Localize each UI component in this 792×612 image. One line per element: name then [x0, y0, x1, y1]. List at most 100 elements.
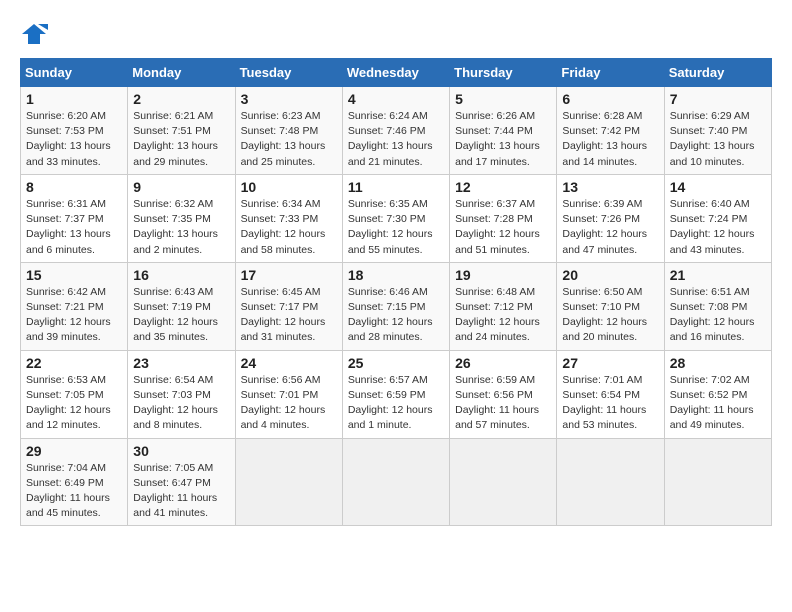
day-detail: Sunrise: 6:34 AMSunset: 7:33 PMDaylight:…: [241, 197, 337, 258]
calendar-cell: 10 Sunrise: 6:34 AMSunset: 7:33 PMDayligh…: [235, 174, 342, 262]
day-detail: Sunrise: 6:39 AMSunset: 7:26 PMDaylight:…: [562, 197, 658, 258]
day-number: 4: [348, 91, 444, 107]
day-number: 30: [133, 443, 229, 459]
calendar-cell: 30 Sunrise: 7:05 AMSunset: 6:47 PMDayligh…: [128, 438, 235, 526]
day-detail: Sunrise: 6:40 AMSunset: 7:24 PMDaylight:…: [670, 197, 766, 258]
day-number: 25: [348, 355, 444, 371]
day-number: 3: [241, 91, 337, 107]
calendar-cell: 8Sunrise: 6:31 AMSunset: 7:37 PMDaylight…: [21, 174, 128, 262]
day-number: 22: [26, 355, 122, 371]
day-detail: Sunrise: 6:20 AMSunset: 7:53 PMDaylight:…: [26, 109, 122, 170]
calendar-cell: 15 Sunrise: 6:42 AMSunset: 7:21 PMDayligh…: [21, 262, 128, 350]
day-number: 15: [26, 267, 122, 283]
logo-icon: [20, 20, 48, 48]
day-detail: Sunrise: 6:53 AMSunset: 7:05 PMDaylight:…: [26, 373, 122, 434]
calendar-table: SundayMondayTuesdayWednesdayThursdayFrid…: [20, 58, 772, 526]
day-number: 2: [133, 91, 229, 107]
day-detail: Sunrise: 6:51 AMSunset: 7:08 PMDaylight:…: [670, 285, 766, 346]
day-number: 18: [348, 267, 444, 283]
day-detail: Sunrise: 6:46 AMSunset: 7:15 PMDaylight:…: [348, 285, 444, 346]
calendar-week-row: 15 Sunrise: 6:42 AMSunset: 7:21 PMDayligh…: [21, 262, 772, 350]
calendar-cell: [557, 438, 664, 526]
day-detail: Sunrise: 6:24 AMSunset: 7:46 PMDaylight:…: [348, 109, 444, 170]
day-detail: Sunrise: 6:28 AMSunset: 7:42 PMDaylight:…: [562, 109, 658, 170]
day-detail: Sunrise: 6:59 AMSunset: 6:56 PMDaylight:…: [455, 373, 551, 434]
day-detail: Sunrise: 6:42 AMSunset: 7:21 PMDaylight:…: [26, 285, 122, 346]
day-detail: Sunrise: 6:45 AMSunset: 7:17 PMDaylight:…: [241, 285, 337, 346]
calendar-week-row: 8Sunrise: 6:31 AMSunset: 7:37 PMDaylight…: [21, 174, 772, 262]
calendar-cell: 29 Sunrise: 7:04 AMSunset: 6:49 PMDayligh…: [21, 438, 128, 526]
calendar-week-row: 1Sunrise: 6:20 AMSunset: 7:53 PMDaylight…: [21, 87, 772, 175]
calendar-cell: 5 Sunrise: 6:26 AMSunset: 7:44 PMDaylight…: [450, 87, 557, 175]
day-number: 26: [455, 355, 551, 371]
day-number: 10: [241, 179, 337, 195]
calendar-cell: 12Sunrise: 6:37 AMSunset: 7:28 PMDayligh…: [450, 174, 557, 262]
day-number: 19: [455, 267, 551, 283]
calendar-cell: 19 Sunrise: 6:48 AMSunset: 7:12 PMDayligh…: [450, 262, 557, 350]
day-detail: Sunrise: 6:54 AMSunset: 7:03 PMDaylight:…: [133, 373, 229, 434]
day-detail: Sunrise: 6:56 AMSunset: 7:01 PMDaylight:…: [241, 373, 337, 434]
column-header-sunday: Sunday: [21, 59, 128, 87]
logo: [20, 20, 52, 48]
day-number: 16: [133, 267, 229, 283]
day-number: 24: [241, 355, 337, 371]
day-detail: Sunrise: 7:04 AMSunset: 6:49 PMDaylight:…: [26, 461, 122, 522]
calendar-cell: 20Sunrise: 6:50 AMSunset: 7:10 PMDayligh…: [557, 262, 664, 350]
calendar-cell: 1Sunrise: 6:20 AMSunset: 7:53 PMDaylight…: [21, 87, 128, 175]
day-number: 13: [562, 179, 658, 195]
day-number: 5: [455, 91, 551, 107]
day-detail: Sunrise: 6:48 AMSunset: 7:12 PMDaylight:…: [455, 285, 551, 346]
calendar-cell: 27 Sunrise: 7:01 AMSunset: 6:54 PMDayligh…: [557, 350, 664, 438]
calendar-cell: 18 Sunrise: 6:46 AMSunset: 7:15 PMDayligh…: [342, 262, 449, 350]
calendar-cell: 3 Sunrise: 6:23 AMSunset: 7:48 PMDaylight…: [235, 87, 342, 175]
calendar-cell: [235, 438, 342, 526]
day-number: 27: [562, 355, 658, 371]
day-detail: Sunrise: 7:05 AMSunset: 6:47 PMDaylight:…: [133, 461, 229, 522]
calendar-cell: 23 Sunrise: 6:54 AMSunset: 7:03 PMDayligh…: [128, 350, 235, 438]
calendar-cell: 2 Sunrise: 6:21 AMSunset: 7:51 PMDaylight…: [128, 87, 235, 175]
day-number: 29: [26, 443, 122, 459]
day-detail: Sunrise: 7:01 AMSunset: 6:54 PMDaylight:…: [562, 373, 658, 434]
calendar-cell: 11 Sunrise: 6:35 AMSunset: 7:30 PMDayligh…: [342, 174, 449, 262]
calendar-cell: 16 Sunrise: 6:43 AMSunset: 7:19 PMDayligh…: [128, 262, 235, 350]
day-detail: Sunrise: 6:21 AMSunset: 7:51 PMDaylight:…: [133, 109, 229, 170]
calendar-cell: 14Sunrise: 6:40 AMSunset: 7:24 PMDayligh…: [664, 174, 771, 262]
calendar-cell: 26 Sunrise: 6:59 AMSunset: 6:56 PMDayligh…: [450, 350, 557, 438]
column-header-wednesday: Wednesday: [342, 59, 449, 87]
day-detail: Sunrise: 6:23 AMSunset: 7:48 PMDaylight:…: [241, 109, 337, 170]
day-detail: Sunrise: 6:26 AMSunset: 7:44 PMDaylight:…: [455, 109, 551, 170]
calendar-cell: [450, 438, 557, 526]
day-detail: Sunrise: 6:32 AMSunset: 7:35 PMDaylight:…: [133, 197, 229, 258]
day-number: 12: [455, 179, 551, 195]
day-number: 7: [670, 91, 766, 107]
calendar-cell: 22 Sunrise: 6:53 AMSunset: 7:05 PMDayligh…: [21, 350, 128, 438]
day-number: 21: [670, 267, 766, 283]
day-number: 17: [241, 267, 337, 283]
calendar-cell: 4 Sunrise: 6:24 AMSunset: 7:46 PMDaylight…: [342, 87, 449, 175]
calendar-cell: 25 Sunrise: 6:57 AMSunset: 6:59 PMDayligh…: [342, 350, 449, 438]
day-detail: Sunrise: 7:02 AMSunset: 6:52 PMDaylight:…: [670, 373, 766, 434]
day-number: 23: [133, 355, 229, 371]
day-number: 9: [133, 179, 229, 195]
day-detail: Sunrise: 6:57 AMSunset: 6:59 PMDaylight:…: [348, 373, 444, 434]
calendar-cell: [664, 438, 771, 526]
day-detail: Sunrise: 6:29 AMSunset: 7:40 PMDaylight:…: [670, 109, 766, 170]
calendar-cell: 21 Sunrise: 6:51 AMSunset: 7:08 PMDayligh…: [664, 262, 771, 350]
day-detail: Sunrise: 6:43 AMSunset: 7:19 PMDaylight:…: [133, 285, 229, 346]
day-number: 6: [562, 91, 658, 107]
calendar-cell: [342, 438, 449, 526]
column-header-monday: Monday: [128, 59, 235, 87]
calendar-cell: 28Sunrise: 7:02 AMSunset: 6:52 PMDayligh…: [664, 350, 771, 438]
column-header-saturday: Saturday: [664, 59, 771, 87]
calendar-cell: 24 Sunrise: 6:56 AMSunset: 7:01 PMDayligh…: [235, 350, 342, 438]
column-header-tuesday: Tuesday: [235, 59, 342, 87]
day-detail: Sunrise: 6:50 AMSunset: 7:10 PMDaylight:…: [562, 285, 658, 346]
calendar-cell: 13 Sunrise: 6:39 AMSunset: 7:26 PMDayligh…: [557, 174, 664, 262]
calendar-cell: 7 Sunrise: 6:29 AMSunset: 7:40 PMDaylight…: [664, 87, 771, 175]
day-number: 11: [348, 179, 444, 195]
calendar-week-row: 29 Sunrise: 7:04 AMSunset: 6:49 PMDayligh…: [21, 438, 772, 526]
column-header-friday: Friday: [557, 59, 664, 87]
day-detail: Sunrise: 6:31 AMSunset: 7:37 PMDaylight:…: [26, 197, 122, 258]
day-detail: Sunrise: 6:35 AMSunset: 7:30 PMDaylight:…: [348, 197, 444, 258]
calendar-header-row: SundayMondayTuesdayWednesdayThursdayFrid…: [21, 59, 772, 87]
